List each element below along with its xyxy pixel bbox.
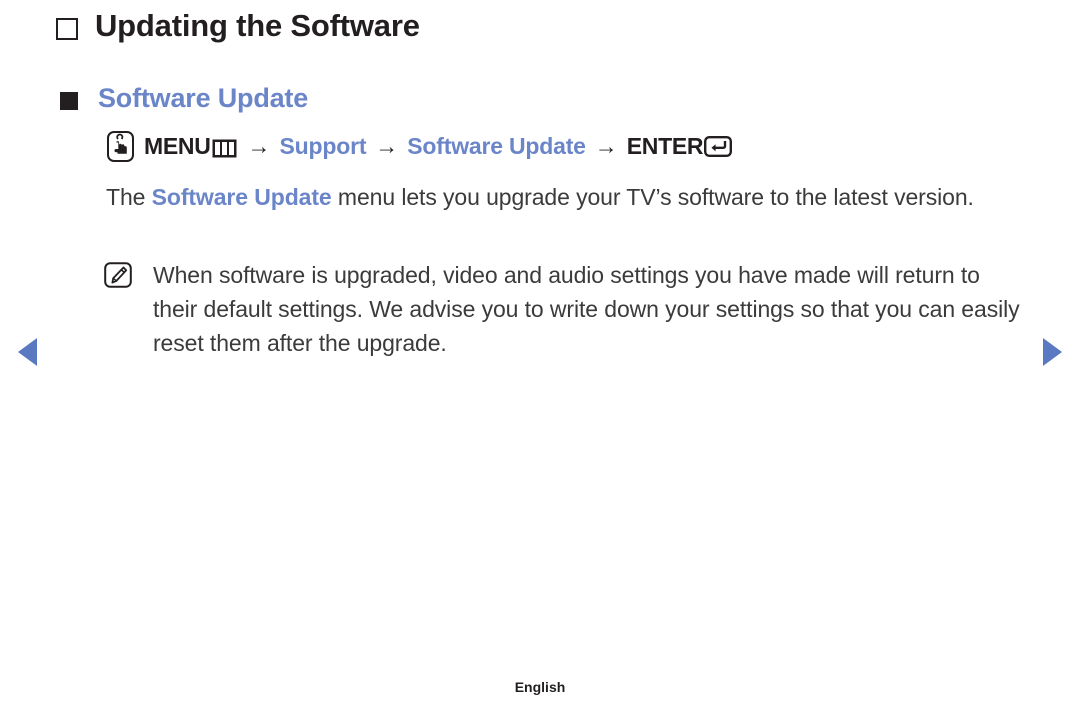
- path-arrow-2: →: [375, 133, 399, 159]
- solid-box-bullet-icon: [60, 91, 78, 110]
- enter-button-label: ENTER: [626, 133, 704, 159]
- menu-button-label: MENU: [144, 133, 211, 159]
- path-arrow-3: →: [594, 133, 618, 159]
- body-lead: The: [106, 184, 152, 210]
- enter-return-icon: [704, 136, 733, 158]
- section-heading-row: Software Update: [60, 83, 308, 114]
- body-paragraph: The Software Update menu lets you upgrad…: [106, 180, 1001, 214]
- page-title-row: Updating the Software: [56, 8, 420, 44]
- triangle-left-icon[interactable]: [18, 338, 37, 366]
- menu-path: MENU → Support → Software Update → ENTER: [107, 131, 733, 162]
- page-title: Updating the Software: [95, 8, 420, 43]
- hollow-box-bullet-icon: [56, 18, 78, 40]
- path-item-software-update[interactable]: Software Update: [407, 133, 586, 160]
- body-highlight: Software Update: [151, 184, 332, 210]
- manual-page: Updating the Software Software Update ME…: [0, 0, 1080, 705]
- path-arrow-1: →: [247, 133, 271, 159]
- path-item-support[interactable]: Support: [280, 133, 367, 160]
- triangle-right-icon[interactable]: [1043, 338, 1062, 366]
- note-pencil-icon: [104, 262, 132, 288]
- section-heading: Software Update: [98, 83, 309, 113]
- menu-grid-icon: [212, 137, 237, 158]
- remote-press-icon: [107, 131, 134, 162]
- note-text: When software is upgraded, video and aud…: [153, 262, 1020, 356]
- body-rest: menu lets you upgrade your TV’s software…: [331, 184, 974, 210]
- note-block: When software is upgraded, video and aud…: [104, 258, 1024, 360]
- footer-language-label: English: [514, 679, 566, 695]
